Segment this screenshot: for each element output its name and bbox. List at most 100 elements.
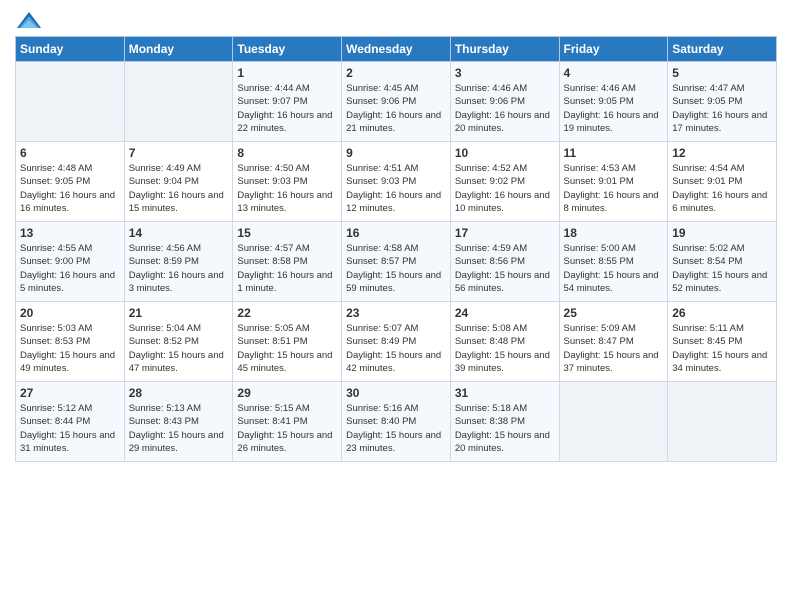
day-number: 28 [129,386,229,400]
day-info: Sunrise: 4:44 AM Sunset: 9:07 PM Dayligh… [237,82,337,135]
day-number: 25 [564,306,664,320]
day-cell: 27 Sunrise: 5:12 AM Sunset: 8:44 PM Dayli… [16,382,125,462]
day-number: 22 [237,306,337,320]
header-cell-monday: Monday [124,37,233,62]
header-cell-sunday: Sunday [16,37,125,62]
day-info: Sunrise: 5:05 AM Sunset: 8:51 PM Dayligh… [237,322,337,375]
day-info: Sunrise: 4:54 AM Sunset: 9:01 PM Dayligh… [672,162,772,215]
day-cell: 2 Sunrise: 4:45 AM Sunset: 9:06 PM Daylig… [342,62,451,142]
day-number: 1 [237,66,337,80]
day-cell [668,382,777,462]
day-cell: 9 Sunrise: 4:51 AM Sunset: 9:03 PM Daylig… [342,142,451,222]
day-info: Sunrise: 4:46 AM Sunset: 9:05 PM Dayligh… [564,82,664,135]
day-info: Sunrise: 4:47 AM Sunset: 9:05 PM Dayligh… [672,82,772,135]
day-info: Sunrise: 4:59 AM Sunset: 8:56 PM Dayligh… [455,242,555,295]
day-info: Sunrise: 5:09 AM Sunset: 8:47 PM Dayligh… [564,322,664,375]
day-info: Sunrise: 4:56 AM Sunset: 8:59 PM Dayligh… [129,242,229,295]
day-info: Sunrise: 5:07 AM Sunset: 8:49 PM Dayligh… [346,322,446,375]
day-cell: 19 Sunrise: 5:02 AM Sunset: 8:54 PM Dayli… [668,222,777,302]
header-cell-wednesday: Wednesday [342,37,451,62]
day-number: 26 [672,306,772,320]
day-cell: 7Sunrise: 4:49 AM Sunset: 9:04 PM Daylig… [124,142,233,222]
day-info: Sunrise: 4:45 AM Sunset: 9:06 PM Dayligh… [346,82,446,135]
week-row-2: 6 Sunrise: 4:48 AM Sunset: 9:05 PM Daylig… [16,142,777,222]
day-number: 21 [129,306,229,320]
day-cell: 29 Sunrise: 5:15 AM Sunset: 8:41 PM Dayli… [233,382,342,462]
day-number: 6 [20,146,120,160]
day-info: Sunrise: 4:48 AM Sunset: 9:05 PM Dayligh… [20,162,120,215]
day-number: 15 [237,226,337,240]
day-number: 13 [20,226,120,240]
day-cell: 11 Sunrise: 4:53 AM Sunset: 9:01 PM Dayli… [559,142,668,222]
day-cell: 23Sunrise: 5:07 AM Sunset: 8:49 PM Dayli… [342,302,451,382]
day-cell [124,62,233,142]
day-info: Sunrise: 4:50 AM Sunset: 9:03 PM Dayligh… [237,162,337,215]
day-info: Sunrise: 5:02 AM Sunset: 8:54 PM Dayligh… [672,242,772,295]
day-number: 24 [455,306,555,320]
day-cell: 14 Sunrise: 4:56 AM Sunset: 8:59 PM Dayli… [124,222,233,302]
day-number: 14 [129,226,229,240]
day-cell: 24Sunrise: 5:08 AM Sunset: 8:48 PM Dayli… [450,302,559,382]
day-info: Sunrise: 5:04 AM Sunset: 8:52 PM Dayligh… [129,322,229,375]
week-row-1: 1 Sunrise: 4:44 AM Sunset: 9:07 PM Daylig… [16,62,777,142]
day-info: Sunrise: 4:51 AM Sunset: 9:03 PM Dayligh… [346,162,446,215]
day-number: 10 [455,146,555,160]
week-row-4: 20 Sunrise: 5:03 AM Sunset: 8:53 PM Dayli… [16,302,777,382]
day-cell: 31 Sunrise: 5:18 AM Sunset: 8:38 PM Dayli… [450,382,559,462]
day-info: Sunrise: 5:03 AM Sunset: 8:53 PM Dayligh… [20,322,120,375]
day-cell: 4 Sunrise: 4:46 AM Sunset: 9:05 PM Daylig… [559,62,668,142]
day-number: 31 [455,386,555,400]
day-info: Sunrise: 5:16 AM Sunset: 8:40 PM Dayligh… [346,402,446,455]
calendar-table: SundayMondayTuesdayWednesdayThursdayFrid… [15,36,777,462]
day-cell: 12 Sunrise: 4:54 AM Sunset: 9:01 PM Dayli… [668,142,777,222]
day-info: Sunrise: 4:55 AM Sunset: 9:00 PM Dayligh… [20,242,120,295]
day-info: Sunrise: 4:53 AM Sunset: 9:01 PM Dayligh… [564,162,664,215]
day-number: 2 [346,66,446,80]
day-cell: 10Sunrise: 4:52 AM Sunset: 9:02 PM Dayli… [450,142,559,222]
day-cell: 21 Sunrise: 5:04 AM Sunset: 8:52 PM Dayli… [124,302,233,382]
day-number: 17 [455,226,555,240]
day-number: 11 [564,146,664,160]
day-number: 29 [237,386,337,400]
day-cell: 6 Sunrise: 4:48 AM Sunset: 9:05 PM Daylig… [16,142,125,222]
day-number: 18 [564,226,664,240]
day-info: Sunrise: 5:15 AM Sunset: 8:41 PM Dayligh… [237,402,337,455]
day-info: Sunrise: 5:18 AM Sunset: 8:38 PM Dayligh… [455,402,555,455]
day-cell: 16 Sunrise: 4:58 AM Sunset: 8:57 PM Dayli… [342,222,451,302]
day-cell [16,62,125,142]
day-number: 20 [20,306,120,320]
day-cell: 18Sunrise: 5:00 AM Sunset: 8:55 PM Dayli… [559,222,668,302]
day-number: 19 [672,226,772,240]
day-number: 3 [455,66,555,80]
header [15,10,777,32]
day-cell: 26 Sunrise: 5:11 AM Sunset: 8:45 PM Dayli… [668,302,777,382]
day-number: 27 [20,386,120,400]
day-cell: 25 Sunrise: 5:09 AM Sunset: 8:47 PM Dayli… [559,302,668,382]
header-row: SundayMondayTuesdayWednesdayThursdayFrid… [16,37,777,62]
calendar-header: SundayMondayTuesdayWednesdayThursdayFrid… [16,37,777,62]
day-cell: 15Sunrise: 4:57 AM Sunset: 8:58 PM Dayli… [233,222,342,302]
day-info: Sunrise: 5:13 AM Sunset: 8:43 PM Dayligh… [129,402,229,455]
week-row-3: 13 Sunrise: 4:55 AM Sunset: 9:00 PM Dayli… [16,222,777,302]
day-cell: 13 Sunrise: 4:55 AM Sunset: 9:00 PM Dayli… [16,222,125,302]
day-cell: 1 Sunrise: 4:44 AM Sunset: 9:07 PM Daylig… [233,62,342,142]
day-cell [559,382,668,462]
header-cell-tuesday: Tuesday [233,37,342,62]
day-cell: 28 Sunrise: 5:13 AM Sunset: 8:43 PM Dayli… [124,382,233,462]
day-number: 5 [672,66,772,80]
day-number: 4 [564,66,664,80]
day-info: Sunrise: 5:12 AM Sunset: 8:44 PM Dayligh… [20,402,120,455]
day-number: 16 [346,226,446,240]
header-cell-friday: Friday [559,37,668,62]
day-number: 30 [346,386,446,400]
logo [15,10,47,32]
day-cell: 22 Sunrise: 5:05 AM Sunset: 8:51 PM Dayli… [233,302,342,382]
day-cell: 17 Sunrise: 4:59 AM Sunset: 8:56 PM Dayli… [450,222,559,302]
day-number: 9 [346,146,446,160]
day-number: 8 [237,146,337,160]
day-number: 12 [672,146,772,160]
calendar-body: 1 Sunrise: 4:44 AM Sunset: 9:07 PM Daylig… [16,62,777,462]
day-info: Sunrise: 4:58 AM Sunset: 8:57 PM Dayligh… [346,242,446,295]
day-info: Sunrise: 5:11 AM Sunset: 8:45 PM Dayligh… [672,322,772,375]
week-row-5: 27 Sunrise: 5:12 AM Sunset: 8:44 PM Dayli… [16,382,777,462]
